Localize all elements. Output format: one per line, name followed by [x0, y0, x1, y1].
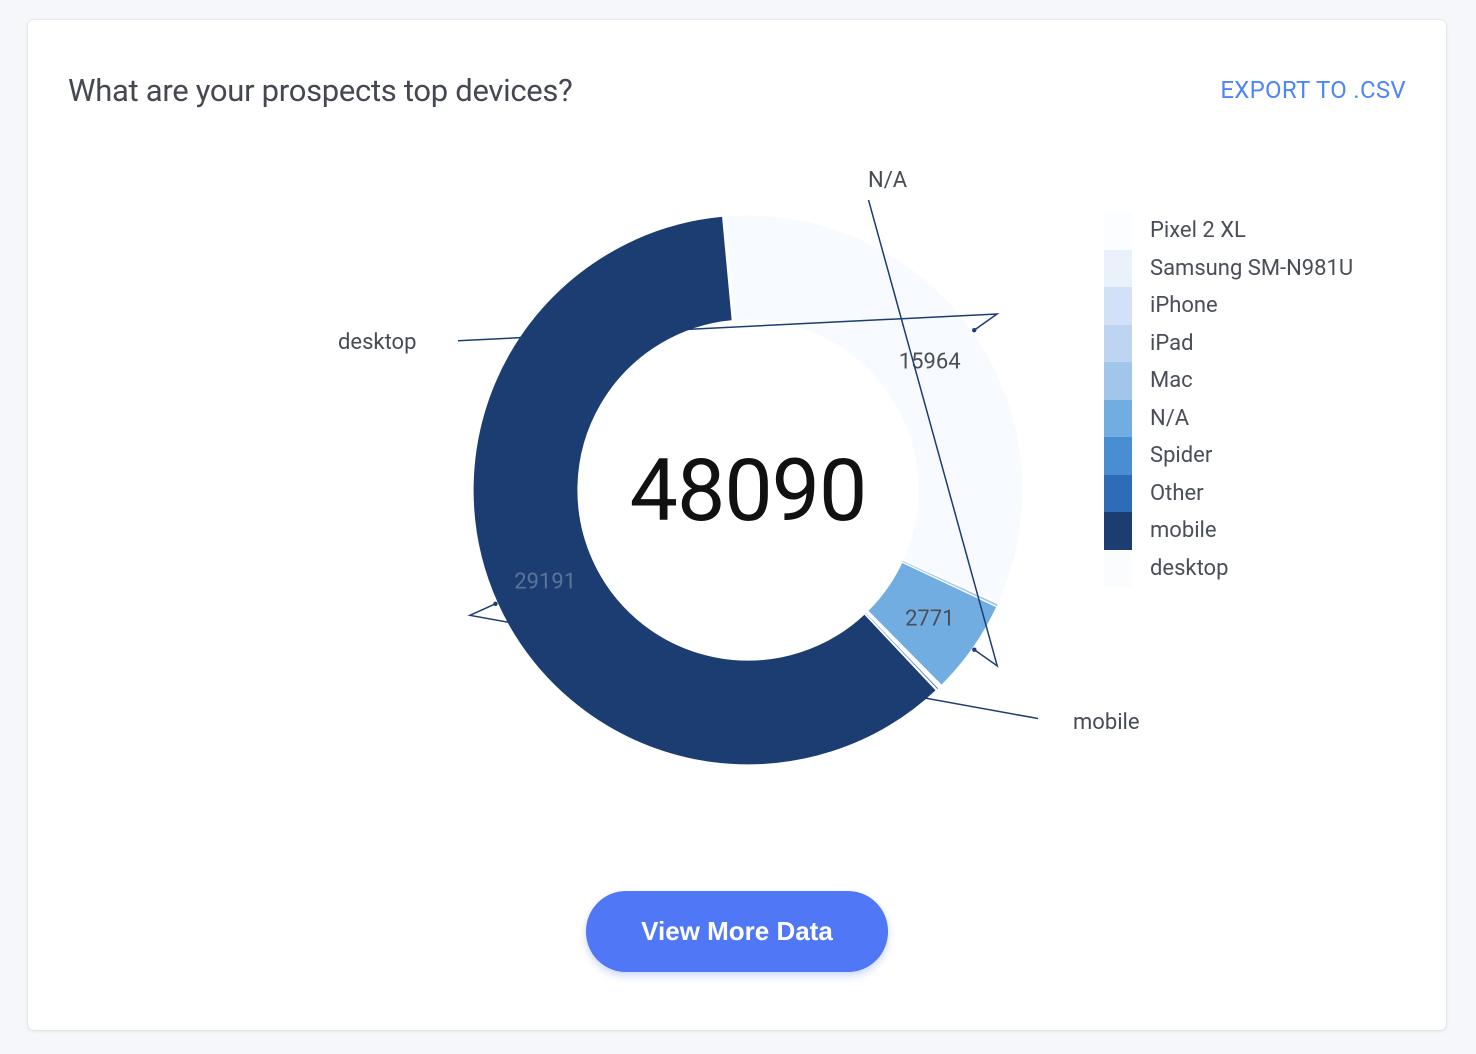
- card-footer: View More Data: [28, 891, 1446, 972]
- legend-swatch: [1104, 475, 1132, 513]
- legend-swatch: [1104, 250, 1132, 288]
- legend-item[interactable]: Pixel 2 XL: [1104, 212, 1404, 250]
- callout-desktop-label: desktop: [338, 330, 416, 355]
- legend-label: Pixel 2 XL: [1150, 218, 1246, 243]
- legend-swatch: [1104, 437, 1132, 475]
- legend-item[interactable]: desktop: [1104, 550, 1404, 588]
- legend-swatch: [1104, 512, 1132, 550]
- slice-value-desktop: 15964: [899, 350, 961, 375]
- slice-value-n/a: 2771: [905, 606, 954, 631]
- legend-item[interactable]: mobile: [1104, 512, 1404, 550]
- legend-item[interactable]: Mac: [1104, 362, 1404, 400]
- legend-label: iPhone: [1150, 293, 1218, 318]
- legend-label: Other: [1150, 481, 1204, 506]
- chart-area: 15964277129191 48090 desktop N/A mobile …: [28, 130, 1446, 870]
- legend: Pixel 2 XL Samsung SM-N981U iPhone iPad Mac N…: [1104, 212, 1404, 587]
- view-more-button[interactable]: View More Data: [586, 891, 888, 972]
- slice-value-mobile: 29191: [514, 569, 576, 594]
- legend-label: desktop: [1150, 556, 1228, 581]
- leader-dot-n/a: [972, 647, 976, 651]
- callout-na-label: N/A: [868, 168, 907, 193]
- legend-item[interactable]: Spider: [1104, 437, 1404, 475]
- legend-label: mobile: [1150, 518, 1217, 543]
- legend-item[interactable]: iPhone: [1104, 287, 1404, 325]
- legend-swatch: [1104, 400, 1132, 438]
- legend-swatch: [1104, 287, 1132, 325]
- legend-item[interactable]: N/A: [1104, 400, 1404, 438]
- legend-label: iPad: [1150, 331, 1193, 356]
- legend-item[interactable]: iPad: [1104, 325, 1404, 363]
- devices-card: What are your prospects top devices? EXP…: [28, 20, 1446, 1030]
- leader-dot-mobile: [493, 602, 497, 606]
- donut-chart: 15964 2771 29191: [458, 200, 1038, 780]
- callout-mobile-label: mobile: [1073, 710, 1140, 735]
- legend-label: N/A: [1150, 406, 1189, 431]
- donut-slice-desktop[interactable]: [725, 215, 1023, 603]
- legend-swatch: [1104, 325, 1132, 363]
- legend-label: Samsung SM-N981U: [1150, 256, 1353, 281]
- export-csv-link[interactable]: EXPORT TO .CSV: [1220, 76, 1406, 104]
- leader-dot-desktop: [972, 328, 976, 332]
- legend-label: Mac: [1150, 368, 1193, 393]
- legend-label: Spider: [1150, 443, 1212, 468]
- legend-swatch: [1104, 550, 1132, 588]
- legend-swatch: [1104, 212, 1132, 250]
- legend-item[interactable]: Other: [1104, 475, 1404, 513]
- card-title: What are your prospects top devices?: [68, 72, 573, 109]
- card-header: What are your prospects top devices? EXP…: [28, 20, 1446, 120]
- legend-item[interactable]: Samsung SM-N981U: [1104, 250, 1404, 288]
- legend-swatch: [1104, 362, 1132, 400]
